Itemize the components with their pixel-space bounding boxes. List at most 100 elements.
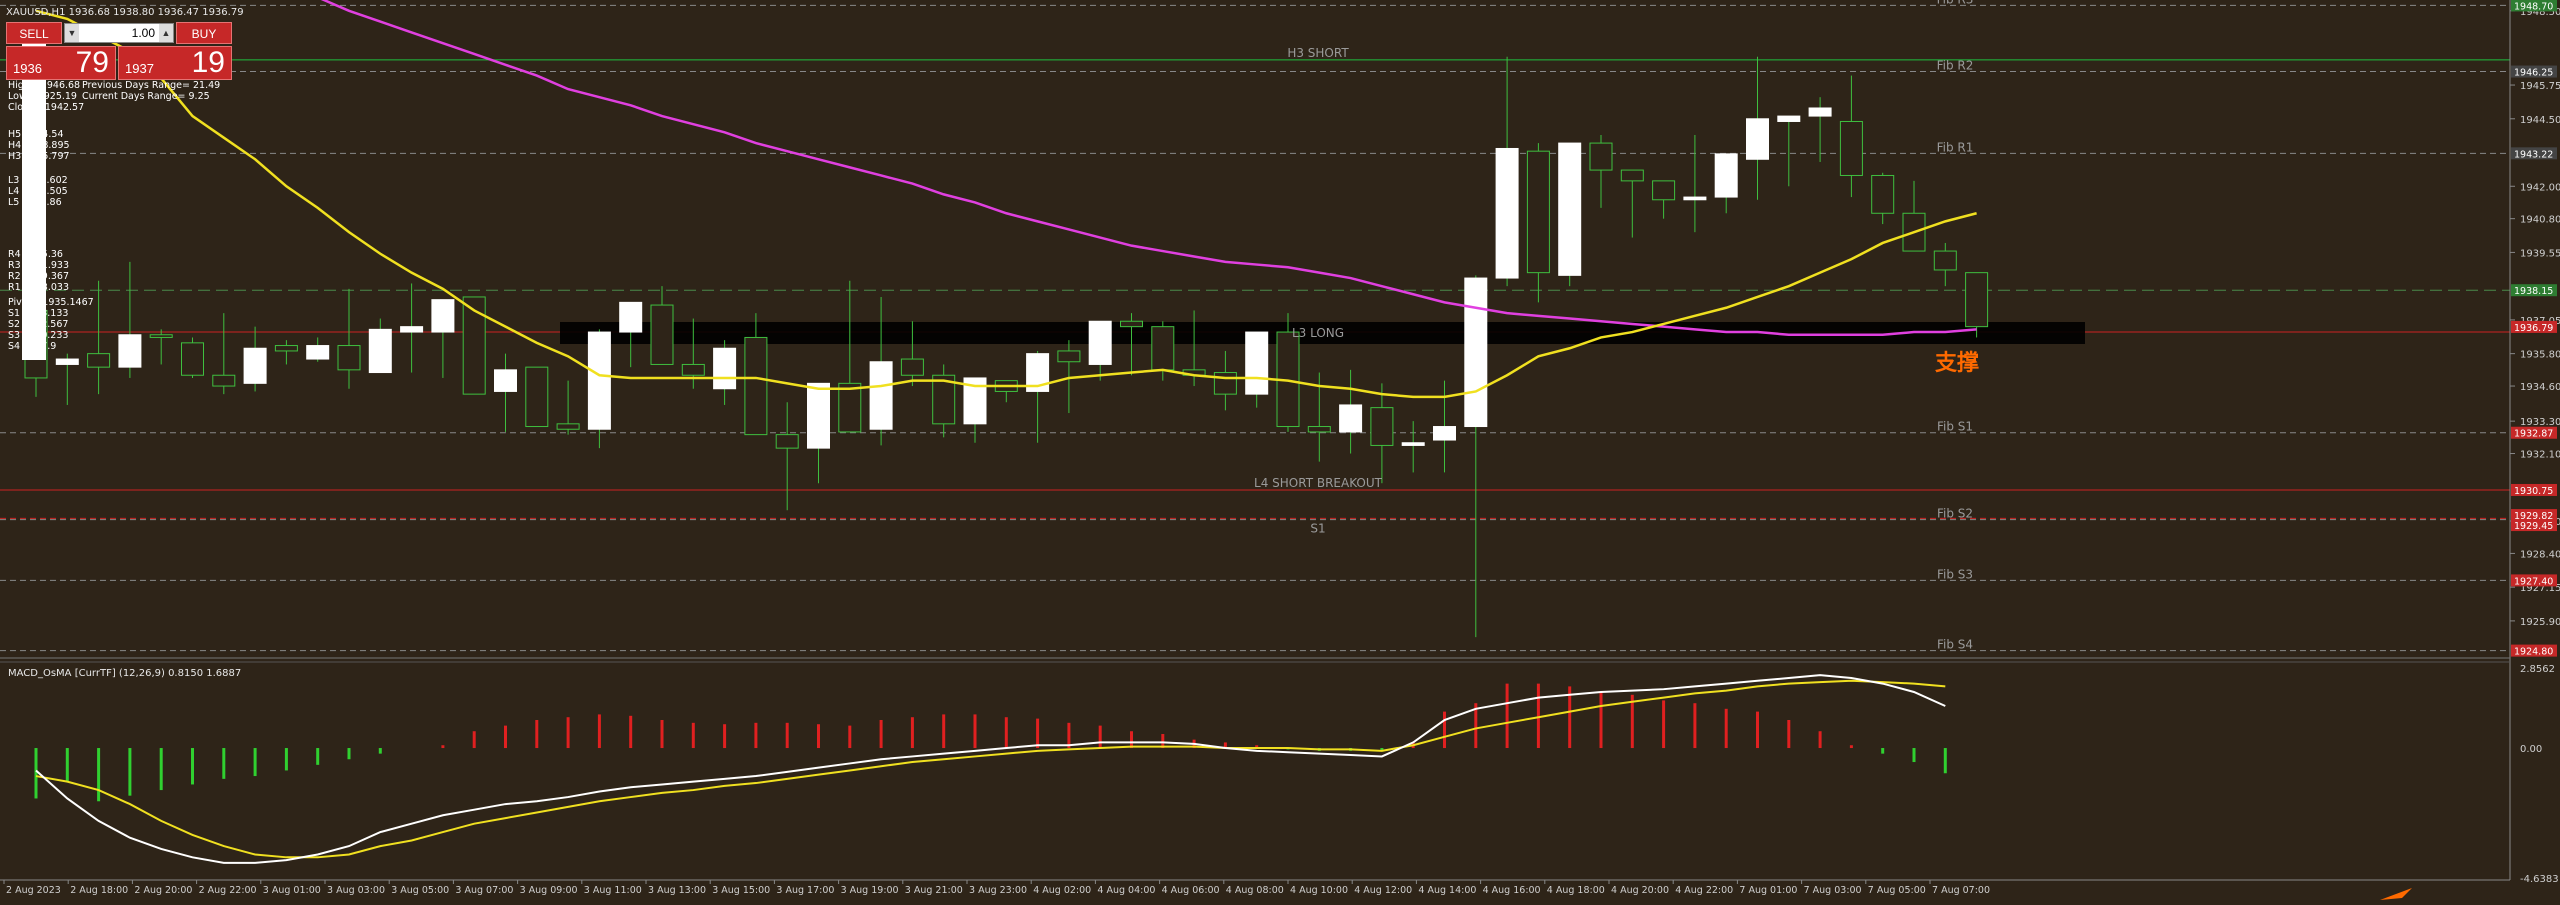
candle-body: [306, 345, 330, 360]
pivot-info-line: L4 1936.505: [8, 186, 68, 197]
time-tick-label: 4 Aug 08:00: [1226, 885, 1284, 896]
time-tick-label: 3 Aug 05:00: [391, 885, 449, 896]
candle-body: [1526, 150, 1550, 274]
candle-body: [149, 334, 173, 338]
pivot-info-line: S4 1927.9: [8, 341, 56, 352]
pivot-info-line: L5 1930.86: [8, 197, 62, 208]
price-tick-label: 1942.00: [2520, 182, 2560, 193]
level-label: L4 SHORT BREAKOUT: [1254, 476, 1383, 490]
candle-body: [556, 423, 580, 430]
buy-button[interactable]: BUY: [176, 22, 232, 44]
time-tick-label: 4 Aug 22:00: [1675, 885, 1733, 896]
time-tick-label: 7 Aug 07:00: [1932, 885, 1990, 896]
candle-body: [181, 342, 204, 376]
pivot-info-line: S1 1933.133: [8, 308, 68, 319]
price-highlight-label: 1924.80: [2514, 647, 2553, 658]
candle-body: [1589, 142, 1613, 171]
sell-price-box[interactable]: 1936 79: [6, 46, 116, 80]
time-tick-label: 4 Aug 06:00: [1162, 885, 1220, 896]
candle-body: [1464, 277, 1488, 428]
time-tick-label: 4 Aug 04:00: [1097, 885, 1155, 896]
candle-body: [1839, 120, 1863, 176]
time-tick-label: 3 Aug 23:00: [969, 885, 1027, 896]
pivot-info-line: R2 1939.367: [8, 271, 69, 282]
candle-body: [55, 358, 79, 365]
macd-axis-label: -4.6383: [2520, 874, 2559, 885]
lot-size-value[interactable]: 1.00: [81, 24, 157, 42]
time-tick-label: 3 Aug 07:00: [455, 885, 513, 896]
price-highlight-label: 1946.25: [2514, 68, 2553, 79]
lot-size-input[interactable]: ▼ 1.00 ▲: [64, 23, 174, 43]
pivot-info-line: L3 1939.602: [8, 175, 68, 186]
candle-body: [274, 345, 298, 352]
pivot-info-line: R3 1941.933: [8, 260, 69, 271]
price-tick-label: 1928.40: [2520, 549, 2560, 560]
level-label: Fib S2: [1937, 507, 1973, 521]
trading-chart-window[interactable]: Fib R3 H3 SHORT Fib R2 Fib R1 L3 LONG Fib S1 L…: [0, 0, 2560, 900]
candle-body: [431, 299, 455, 333]
level-label: Fib R1: [1937, 140, 1974, 154]
candle-body: [1370, 407, 1394, 446]
candle-body: [869, 361, 893, 430]
price-tick-label: 1939.55: [2520, 248, 2560, 259]
candle-body: [713, 347, 737, 390]
candle-body: [1777, 115, 1801, 122]
candle-body: [744, 336, 768, 436]
macd-title: MACD_OsMA [CurrTF] (12,26,9) 0.8150 1.68…: [8, 668, 241, 679]
pivot-info-line: S2 1932.567: [8, 319, 68, 330]
lot-increase-icon[interactable]: ▲: [159, 24, 173, 42]
price-tick-label: 1944.50: [2520, 115, 2560, 126]
price-tick-label: 1940.80: [2520, 215, 2560, 226]
candle-body: [243, 347, 267, 384]
price-tick-label: 1935.80: [2520, 350, 2560, 361]
pivot-info-line: H3 1945.797: [8, 151, 70, 162]
candle-body: [1339, 404, 1363, 433]
candle-body: [681, 363, 705, 376]
time-tick-label: 3 Aug 03:00: [327, 885, 385, 896]
level-label: S1: [1310, 521, 1325, 535]
pivot-info-line: S3 1930.233: [8, 330, 68, 341]
price-highlight-label: 1930.75: [2514, 486, 2553, 497]
price-tick-label: 1933.30: [2520, 417, 2560, 428]
candle-body: [775, 434, 799, 449]
sell-button[interactable]: SELL: [6, 22, 62, 44]
one-click-trading-panel: SELL ▼ 1.00 ▲ BUY 1936 79 1937 19: [6, 22, 232, 82]
sell-price-pips: 79: [75, 46, 109, 79]
price-tick-label: 1925.90: [2520, 617, 2560, 628]
candle-body: [900, 358, 924, 376]
time-tick-label: 4 Aug 12:00: [1354, 885, 1412, 896]
level-label: Fib R2: [1937, 59, 1974, 73]
candle-body: [212, 374, 236, 387]
time-tick-label: 3 Aug 17:00: [776, 885, 834, 896]
price-chart[interactable]: Fib R3 H3 SHORT Fib R2 Fib R1 L3 LONG Fib S1 L…: [0, 0, 2560, 900]
pivot-info-line: H5 1954.54: [8, 129, 64, 140]
candle-body: [525, 366, 549, 428]
candle-body: [1808, 107, 1832, 117]
sell-price-handle: 1936: [13, 61, 42, 76]
symbol-header: XAUUSD,H1 1936.68 1938.80 1936.47 1936.7…: [6, 7, 244, 18]
time-tick-label: 2 Aug 2023: [6, 885, 61, 896]
level-label: Fib S4: [1937, 638, 1973, 652]
time-tick-label: 4 Aug 10:00: [1290, 885, 1348, 896]
candle-body: [1120, 320, 1143, 328]
pivot-info-line: Pivot= 1935.1467: [8, 297, 94, 308]
time-tick-label: 3 Aug 09:00: [520, 885, 578, 896]
candle-body: [1871, 174, 1895, 214]
price-highlight-label: 1932.87: [2514, 429, 2553, 440]
time-tick-label: 7 Aug 01:00: [1739, 885, 1797, 896]
price-highlight-label: 1929.45: [2514, 521, 2553, 532]
pivot-info-line: R1 1938.033: [8, 282, 69, 293]
price-highlight-label: 1943.22: [2514, 149, 2553, 160]
chart-background: [0, 0, 2560, 900]
level-label: Fib S3: [1937, 567, 1973, 581]
time-tick-label: 3 Aug 11:00: [584, 885, 642, 896]
time-tick-label: 3 Aug 21:00: [905, 885, 963, 896]
buy-price-box[interactable]: 1937 19: [118, 46, 232, 80]
buy-price-handle: 1937: [125, 61, 154, 76]
price-highlight-label: 1938.15: [2514, 286, 2553, 297]
candle-body: [87, 353, 111, 368]
price-highlight-label: 1936.79: [2514, 323, 2553, 334]
time-tick-label: 3 Aug 13:00: [648, 885, 706, 896]
lot-decrease-icon[interactable]: ▼: [65, 24, 79, 42]
time-tick-label: 4 Aug 16:00: [1483, 885, 1541, 896]
